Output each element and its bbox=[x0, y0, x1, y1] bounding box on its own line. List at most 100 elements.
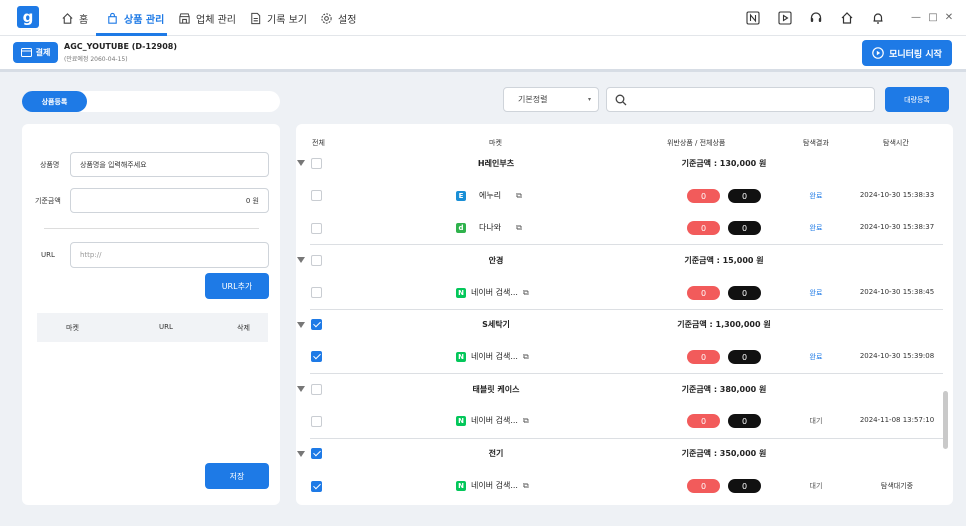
naver-icon: N bbox=[456, 415, 466, 426]
bulk-register-button[interactable]: 대량등록 bbox=[885, 87, 949, 112]
group-price: 기준금액 : 15,000 원 bbox=[684, 256, 764, 265]
search-time: 2024-11-08 13:57:10 bbox=[859, 416, 935, 424]
tab-product-register[interactable]: 상품등록 bbox=[22, 91, 87, 112]
maximize-icon[interactable]: □ bbox=[927, 12, 939, 24]
violation-count-pill: 0 bbox=[687, 479, 720, 493]
save-button[interactable]: 저장 bbox=[205, 463, 269, 489]
external-link-icon[interactable]: ⧉ bbox=[516, 191, 522, 201]
result-status: 대기 bbox=[809, 482, 823, 490]
naver-shortcut-icon[interactable] bbox=[746, 10, 760, 25]
row-checkbox[interactable] bbox=[311, 351, 322, 362]
url-input[interactable]: http:// bbox=[70, 242, 269, 268]
group-checkbox[interactable] bbox=[311, 384, 322, 395]
gear-icon bbox=[321, 12, 332, 24]
naver-icon: N bbox=[456, 351, 466, 362]
url-col-url: URL bbox=[159, 323, 173, 331]
base-price-input[interactable]: 0 원 bbox=[70, 188, 269, 213]
search-input[interactable] bbox=[606, 87, 875, 112]
group-checkbox[interactable] bbox=[311, 319, 322, 330]
nav-history[interactable]: 기록 보기 bbox=[249, 0, 307, 36]
group-checkbox[interactable] bbox=[311, 448, 322, 459]
market-cell: d 다나와 ⧉ bbox=[456, 222, 522, 233]
nav-settings[interactable]: 설정 bbox=[320, 0, 356, 36]
bag-icon bbox=[108, 12, 117, 24]
row-checkbox[interactable] bbox=[311, 287, 322, 298]
header-divider bbox=[0, 69, 966, 72]
add-url-button[interactable]: URL추가 bbox=[205, 273, 269, 299]
market-name[interactable]: 네이버 검색... bbox=[471, 287, 518, 298]
youtube-shortcut-icon[interactable] bbox=[778, 10, 792, 25]
result-status: 대기 bbox=[809, 417, 823, 425]
danawa-icon: d bbox=[456, 222, 466, 233]
row-checkbox[interactable] bbox=[311, 481, 322, 492]
result-status[interactable]: 완료 bbox=[801, 191, 831, 201]
nav-product-label: 상품 관리 bbox=[124, 14, 165, 26]
product-name-input[interactable]: 상품명을 입력해주세요 bbox=[70, 152, 269, 177]
nav-settings-label: 설정 bbox=[338, 14, 357, 26]
bell-notification-icon[interactable] bbox=[871, 10, 885, 24]
home-shortcut-icon[interactable] bbox=[840, 10, 854, 24]
app-logo: g bbox=[17, 6, 39, 28]
account-name: AGC_YOUTUBE (D-12908) bbox=[64, 42, 177, 51]
result-status[interactable]: 완료 bbox=[801, 288, 831, 298]
close-icon[interactable]: ✕ bbox=[943, 12, 955, 24]
monitor-label: 모니터링 시작 bbox=[889, 49, 942, 60]
violation-count-pill: 0 bbox=[687, 189, 720, 203]
row-checkbox[interactable] bbox=[311, 223, 322, 234]
url-label: URL bbox=[41, 251, 55, 259]
base-price-value: 0 원 bbox=[245, 196, 259, 205]
col-search-time: 탐색시간 bbox=[883, 139, 909, 147]
nav-product-management[interactable]: 상품 관리 bbox=[106, 0, 164, 36]
collapse-toggle-icon[interactable] bbox=[297, 451, 305, 457]
group-checkbox[interactable] bbox=[311, 255, 322, 266]
violation-count-pill: 0 bbox=[687, 286, 720, 300]
headset-support-icon[interactable] bbox=[809, 10, 823, 24]
collapse-toggle-icon[interactable] bbox=[297, 160, 305, 166]
url-col-delete: 삭제 bbox=[237, 324, 250, 332]
total-count-pill: 0 bbox=[728, 286, 761, 300]
row-checkbox[interactable] bbox=[311, 416, 322, 427]
table-scrollbar[interactable] bbox=[943, 391, 948, 449]
nav-home[interactable]: 홈 bbox=[61, 0, 88, 36]
product-table-panel bbox=[296, 124, 953, 505]
collapse-toggle-icon[interactable] bbox=[297, 322, 305, 328]
start-monitoring-button[interactable]: 모니터링 시작 bbox=[862, 40, 952, 66]
minimize-icon[interactable]: — bbox=[910, 12, 922, 24]
violation-count-pill: 0 bbox=[687, 350, 720, 364]
market-cell: N 네이버 검색... ⧉ bbox=[456, 287, 529, 298]
search-time: 탐색대기중 bbox=[880, 482, 914, 490]
nav-vendor-management[interactable]: 업체 관리 bbox=[178, 0, 236, 36]
search-icon bbox=[615, 94, 627, 106]
group-price: 기준금액 : 350,000 원 bbox=[681, 449, 767, 458]
external-link-icon[interactable]: ⧉ bbox=[523, 288, 529, 298]
group-checkbox[interactable] bbox=[311, 158, 322, 169]
group-name: 안경 bbox=[488, 256, 504, 265]
sort-dropdown[interactable]: 기본정렬 ▾ bbox=[503, 87, 599, 112]
row-checkbox[interactable] bbox=[311, 190, 322, 201]
market-cell: E 에누리 ⧉ bbox=[456, 190, 522, 201]
naver-icon: N bbox=[456, 480, 466, 491]
card-icon bbox=[20, 48, 32, 57]
url-col-market: 마켓 bbox=[66, 324, 79, 332]
collapse-toggle-icon[interactable] bbox=[297, 257, 305, 263]
external-link-icon[interactable]: ⧉ bbox=[523, 416, 529, 426]
market-name[interactable]: 에누리 bbox=[479, 190, 501, 201]
result-status[interactable]: 완료 bbox=[801, 223, 831, 233]
external-link-icon[interactable]: ⧉ bbox=[523, 352, 529, 362]
search-time: 2024-10-30 15:38:45 bbox=[859, 288, 935, 296]
market-name[interactable]: 네이버 검색... bbox=[471, 480, 518, 491]
col-violation-ratio: 위반상품 / 전체상품 bbox=[667, 139, 726, 147]
market-name[interactable]: 네이버 검색... bbox=[471, 351, 518, 362]
external-link-icon[interactable]: ⧉ bbox=[523, 481, 529, 491]
payment-button[interactable]: 결제 bbox=[13, 42, 58, 63]
external-link-icon[interactable]: ⧉ bbox=[516, 223, 522, 233]
collapse-toggle-icon[interactable] bbox=[297, 386, 305, 392]
group-price: 기준금액 : 1,300,000 원 bbox=[677, 320, 771, 329]
market-cell: N 네이버 검색... ⧉ bbox=[456, 351, 529, 362]
market-name[interactable]: 다나와 bbox=[479, 222, 501, 233]
naver-icon: N bbox=[456, 287, 466, 298]
group-price: 기준금액 : 130,000 원 bbox=[681, 159, 767, 168]
result-status[interactable]: 완료 bbox=[801, 352, 831, 362]
market-name[interactable]: 네이버 검색... bbox=[471, 415, 518, 426]
col-select-all[interactable]: 전체 bbox=[312, 138, 325, 148]
